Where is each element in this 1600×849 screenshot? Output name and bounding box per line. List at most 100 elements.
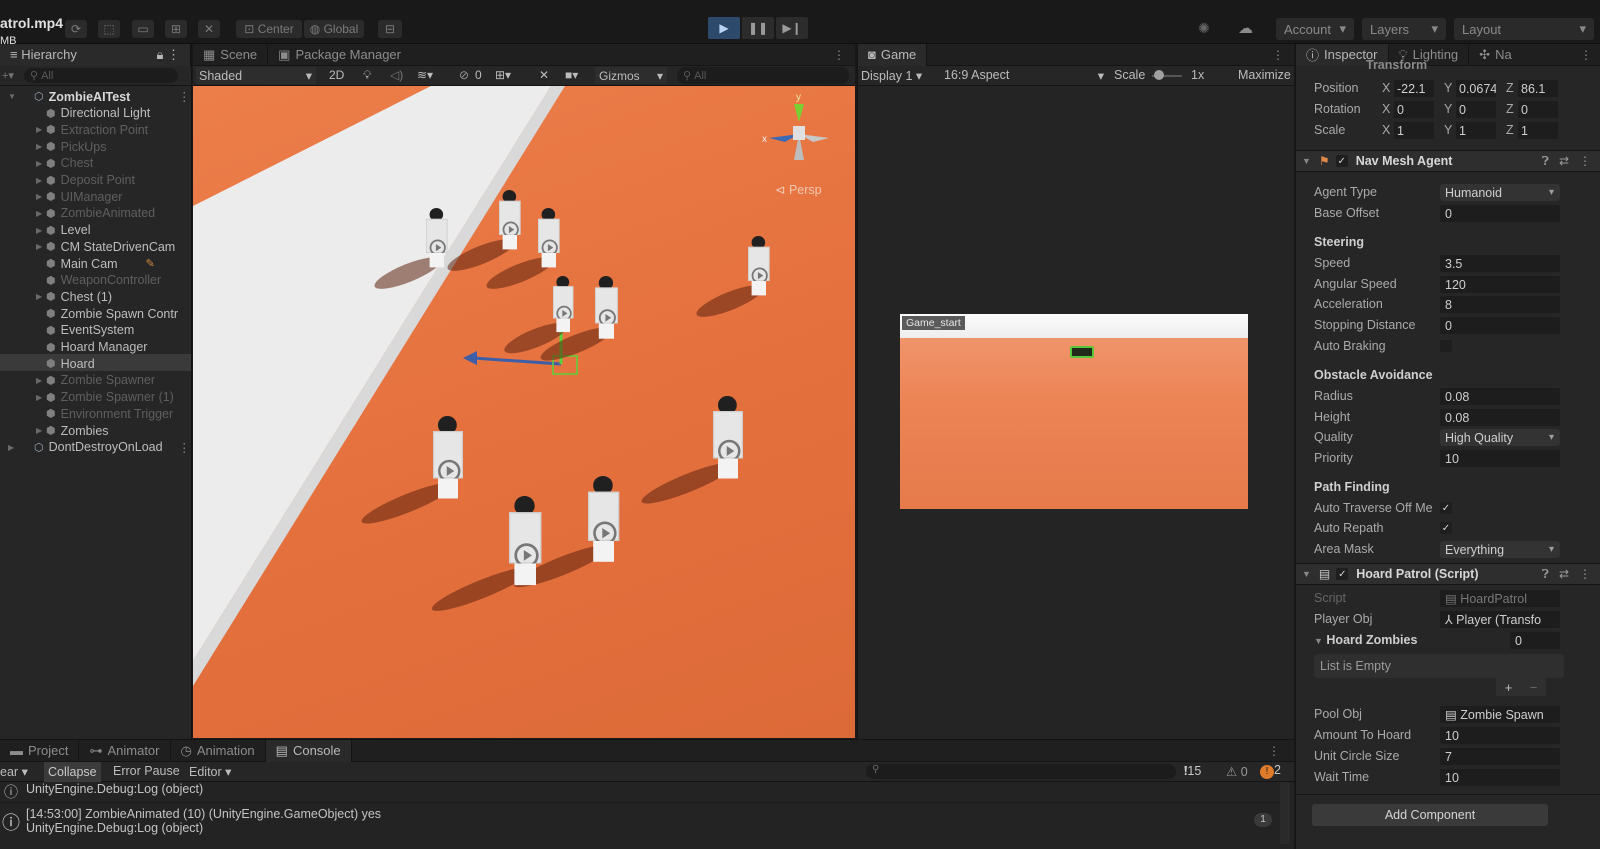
step-button[interactable]: ▶❙: [776, 17, 808, 39]
hierarchy-item[interactable]: ▶ ⬢ UIManager: [36, 188, 122, 205]
tools-icon[interactable]: ✕: [539, 68, 549, 82]
tab-hierarchy[interactable]: ≡ Hierarchy 🔒︎ ⋮: [0, 43, 191, 66]
auto-braking-checkbox[interactable]: [1440, 340, 1452, 352]
scene-search-input[interactable]: ⚲ All: [677, 67, 849, 84]
foldout-icon[interactable]: ▶: [36, 426, 42, 435]
layers-dropdown[interactable]: Layers ▾: [1362, 18, 1446, 40]
area-mask-dropdown[interactable]: Everything: [1440, 541, 1560, 558]
error-pause-toggle[interactable]: Error Pause: [113, 764, 180, 778]
console-line[interactable]: [14:53:00] ZombieAnimated (10) (UnityEng…: [26, 807, 381, 821]
foldout-icon[interactable]: ▶: [36, 292, 42, 301]
hierarchy-item[interactable]: ▼ ⬡ ZombieAITest ⋮: [8, 88, 191, 105]
account-dropdown[interactable]: Account ▾: [1276, 18, 1354, 40]
rect-tool-icon[interactable]: ▭: [132, 20, 154, 38]
foldout-icon[interactable]: ▶: [36, 393, 42, 402]
hierarchy-item[interactable]: ⬢ Hoard: [46, 355, 95, 372]
more-icon[interactable]: ⋮: [178, 89, 191, 104]
hierarchy-search-input[interactable]: ⚲ All: [23, 68, 178, 83]
tab-package-manager[interactable]: ▣ Package Manager: [268, 44, 411, 66]
more-icon[interactable]: ⋮: [1579, 154, 1591, 168]
info-count[interactable]: ❗︎15: [1184, 764, 1201, 779]
custom-tool-icon[interactable]: ✕: [198, 20, 220, 38]
foldout-icon[interactable]: ▼: [1302, 569, 1311, 579]
cloud-icon[interactable]: ☁: [1238, 19, 1253, 37]
error-count[interactable]: ! 2: [1260, 763, 1281, 779]
add-component-button[interactable]: Add Component: [1312, 804, 1548, 826]
scale-z-field[interactable]: 1: [1518, 122, 1558, 139]
hierarchy-item[interactable]: ▶ ⬢ CM StateDrivenCam: [36, 238, 175, 255]
pivot-center-button[interactable]: ⊡ Center: [236, 20, 302, 38]
tab-animator[interactable]: ⊶ Animator: [79, 739, 171, 762]
foldout-icon[interactable]: ▼: [8, 92, 16, 101]
hierarchy-item[interactable]: ▶ ⬢ Extraction Point: [36, 121, 148, 138]
unit-circle-size-field[interactable]: 7: [1440, 748, 1560, 765]
rotation-x-field[interactable]: 0: [1394, 101, 1434, 118]
hierarchy-item[interactable]: ▶ ⬢ Zombie Spawner (1): [36, 389, 174, 406]
hierarchy-item[interactable]: ⬢ Zombie Spawn Contr: [46, 305, 178, 322]
tab-scene[interactable]: ▦ Scene: [193, 43, 269, 66]
rotation-y-field[interactable]: 0: [1456, 101, 1496, 118]
refresh-icon[interactable]: ⟳: [65, 20, 87, 38]
foldout-icon[interactable]: ▶: [36, 125, 42, 134]
layout-dropdown[interactable]: Layout ▾: [1454, 18, 1594, 40]
position-z-field[interactable]: 86.1: [1518, 80, 1558, 97]
hierarchy-item[interactable]: ▶ ⬢ Level: [36, 222, 91, 239]
console-search-input[interactable]: ⚲: [866, 764, 1176, 779]
audio-icon[interactable]: ◁): [390, 68, 403, 82]
tab-game[interactable]: ◙ Game: [858, 43, 928, 66]
priority-field[interactable]: 10: [1440, 450, 1560, 467]
tab-project[interactable]: ▬ Project: [0, 739, 80, 762]
collapse-toggle[interactable]: Collapse: [44, 762, 101, 782]
hierarchy-item[interactable]: ▶ ⬢ Zombies: [36, 422, 109, 439]
foldout-icon[interactable]: ▶: [36, 242, 42, 251]
foldout-icon[interactable]: ▶: [36, 192, 42, 201]
collab-icon[interactable]: ✺: [1198, 20, 1210, 37]
hierarchy-item[interactable]: ⬢ Environment Trigger: [46, 405, 173, 422]
foldout-icon[interactable]: ▼: [1302, 156, 1311, 166]
hierarchy-item[interactable]: ▶ ⬢ Zombie Spawner: [36, 372, 155, 389]
hoard-enabled-checkbox[interactable]: ✓: [1336, 568, 1349, 580]
speed-field[interactable]: 3.5: [1440, 255, 1560, 272]
foldout-icon[interactable]: ▶: [36, 142, 42, 151]
add-icon[interactable]: +▾: [2, 69, 14, 82]
navmesh-agent-header[interactable]: ▼ ⚑ ✓ Nav Mesh Agent ❓︎ ⇄ ⋮: [1296, 150, 1600, 172]
console-line[interactable]: UnityEngine.Debug:Log (object): [26, 821, 203, 835]
persp-label[interactable]: ⊲ Persp: [775, 182, 822, 197]
hierarchy-item[interactable]: ⬢ Hoard Manager: [46, 339, 147, 356]
remove-list-item-button[interactable]: −: [1530, 680, 1538, 695]
position-x-field[interactable]: -22.1: [1394, 80, 1434, 97]
console-scrollbar[interactable]: [1280, 782, 1290, 844]
play-button[interactable]: ▶: [708, 17, 740, 39]
auto-traverse-checkbox[interactable]: ✓: [1440, 502, 1452, 514]
preset-icon[interactable]: ⇄: [1559, 154, 1569, 168]
foldout-icon[interactable]: ▶: [36, 209, 42, 218]
help-icon[interactable]: ❓︎: [1542, 567, 1549, 582]
hierarchy-item[interactable]: ▶ ⬢ Chest (1): [36, 288, 112, 305]
console-line[interactable]: UnityEngine.Debug:Log (object): [26, 782, 203, 796]
transform-tool-icon[interactable]: ⊞: [165, 20, 187, 38]
wait-time-field[interactable]: 10: [1440, 769, 1560, 786]
hierarchy-item[interactable]: ▶ ⬢ PickUps: [36, 138, 106, 155]
warning-count[interactable]: ⚠︎ 0: [1226, 764, 1248, 779]
preset-icon[interactable]: ⇄: [1559, 567, 1569, 581]
pool-obj-field[interactable]: ▤ Zombie Spawn: [1440, 706, 1560, 723]
radius-field[interactable]: 0.08: [1440, 388, 1560, 405]
more-icon[interactable]: ⋮: [833, 48, 845, 62]
tab-navigation[interactable]: ✣ Na: [1469, 44, 1516, 66]
agent-type-dropdown[interactable]: Humanoid: [1440, 184, 1560, 201]
foldout-icon[interactable]: ▶: [36, 226, 42, 235]
help-icon[interactable]: ❓︎: [1542, 154, 1549, 169]
stopping-distance-field[interactable]: 0: [1440, 317, 1560, 334]
hidden-objects-icon[interactable]: ⊘: [459, 68, 469, 82]
light-icon[interactable]: 💡︎: [363, 68, 371, 83]
navmesh-enabled-checkbox[interactable]: ✓: [1335, 155, 1348, 167]
aspect-dropdown[interactable]: 16:9 Aspect ▾: [944, 68, 1104, 83]
gizmos-dropdown[interactable]: Gizmos ▾: [595, 67, 667, 84]
hierarchy-item[interactable]: ⬢ EventSystem: [46, 322, 134, 339]
grid-icon[interactable]: ⊞▾: [495, 68, 511, 82]
acceleration-field[interactable]: 8: [1440, 296, 1560, 313]
display-dropdown[interactable]: Display 1 ▾: [861, 68, 922, 83]
rotation-z-field[interactable]: 0: [1518, 101, 1558, 118]
tab-animation[interactable]: ◷ Animation: [171, 739, 266, 762]
2d-toggle[interactable]: 2D: [329, 68, 344, 82]
